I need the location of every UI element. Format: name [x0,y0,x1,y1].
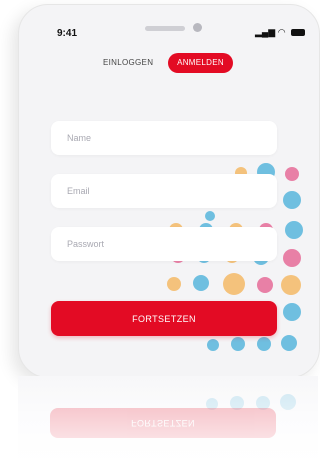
password-field[interactable] [51,227,277,261]
decor-dot [285,167,299,181]
phone-frame: 9:41 ▂▄▆ ◠ EINLOGGEN ANMELDEN Name Email… [18,4,320,378]
decor-dot [205,211,215,221]
decor-dot [283,303,301,321]
decor-dot [283,249,301,267]
decor-dot [257,277,273,293]
decor-dot [231,337,245,351]
decor-dot [207,339,219,351]
decor-dot [281,335,297,351]
decor-dot [223,273,245,295]
decor-dot [167,277,181,291]
decor-dot [283,191,301,209]
decor-dot [281,275,301,295]
name-field[interactable] [51,121,277,155]
phone-reflection: FORTSETZEN [18,376,318,472]
decor-dot [285,221,303,239]
continue-button[interactable]: FORTSETZEN [51,301,277,336]
email-field[interactable] [51,174,277,208]
reflection-fade [18,376,318,472]
decor-dot [193,275,209,291]
decor-dot [257,337,271,351]
